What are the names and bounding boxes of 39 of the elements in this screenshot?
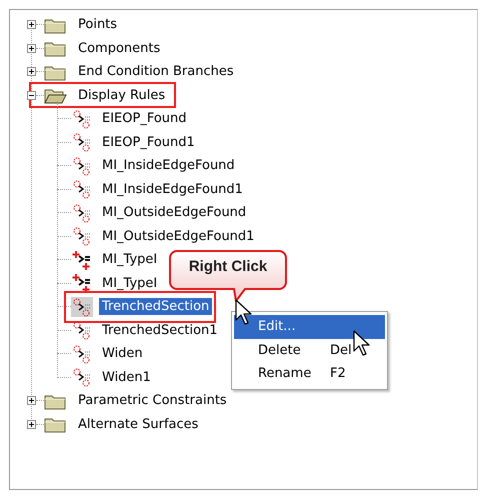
tree-item[interactable]: Widen1 bbox=[99, 368, 154, 386]
expand-button[interactable] bbox=[27, 67, 36, 76]
rule-icon bbox=[71, 250, 93, 270]
tree-item[interactable]: EIEOP_Found bbox=[99, 110, 190, 128]
menu-item[interactable]: Delete Del bbox=[234, 338, 385, 362]
expand-button[interactable] bbox=[27, 44, 36, 53]
tree-item[interactable]: MI_TypeI bbox=[99, 274, 160, 292]
collapse-button[interactable] bbox=[27, 90, 36, 100]
tree-item[interactable]: EIEOP_Found1 bbox=[99, 134, 198, 151]
rule-icon bbox=[71, 344, 93, 364]
tree-item[interactable]: TrenchedSection bbox=[99, 298, 212, 316]
tree-item[interactable]: MI_InsideEdgeFound bbox=[99, 157, 238, 174]
menu-item[interactable]: Edit... bbox=[234, 315, 385, 338]
rule-icon bbox=[71, 367, 93, 388]
rule-icon bbox=[71, 320, 93, 340]
tree-item[interactable]: MI_InsideEdgeFound1 bbox=[99, 180, 246, 198]
menu-item[interactable]: Rename F2 bbox=[234, 362, 385, 386]
tree-item[interactable]: TrenchedSection1 bbox=[99, 322, 221, 339]
rule-icon bbox=[71, 108, 93, 129]
rule-icon bbox=[71, 156, 93, 176]
tree-item[interactable]: MI_OutsideEdgeFound bbox=[99, 204, 250, 222]
rule-icon bbox=[71, 273, 93, 294]
tree-item[interactable]: MI_OutsideEdgeFound1 bbox=[99, 228, 258, 245]
expand-button[interactable] bbox=[27, 20, 36, 30]
expand-button[interactable] bbox=[27, 420, 36, 429]
tree-item[interactable]: Display Rules bbox=[75, 86, 168, 104]
tree-item[interactable]: Parametric Constraints bbox=[75, 392, 230, 410]
tree-item[interactable]: Widen bbox=[99, 345, 146, 362]
tree-item[interactable]: MI_TypeI bbox=[99, 251, 160, 268]
tree-item[interactable]: End Condition Branches bbox=[75, 63, 237, 80]
rule-icon bbox=[71, 202, 93, 223]
rule-icon bbox=[71, 226, 93, 246]
cursor-icon bbox=[353, 330, 370, 357]
tree-item[interactable]: Components bbox=[75, 40, 164, 57]
expand-button[interactable] bbox=[27, 396, 36, 406]
tree-item[interactable]: Alternate Surfaces bbox=[75, 416, 202, 433]
rule-icon bbox=[71, 179, 93, 200]
tree-item[interactable]: Points bbox=[75, 16, 120, 34]
rule-icon bbox=[71, 132, 93, 152]
